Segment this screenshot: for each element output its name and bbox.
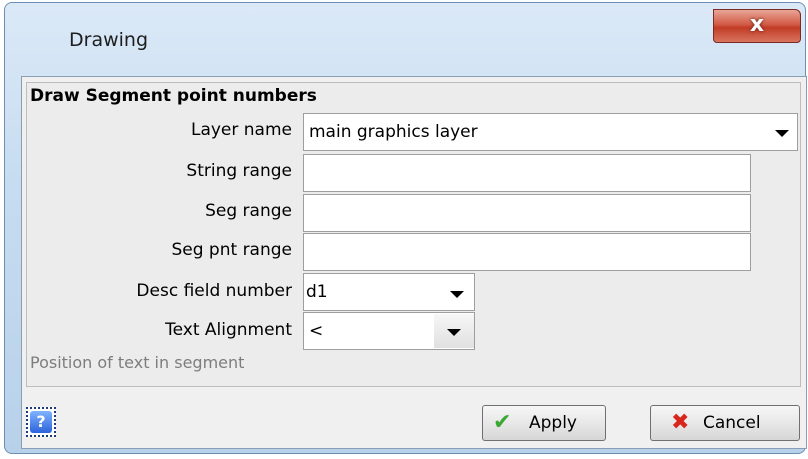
- string-range-label: String range: [186, 161, 292, 181]
- apply-button[interactable]: ✔ Apply: [482, 405, 606, 441]
- help-button[interactable]: ?: [26, 407, 56, 437]
- dropdown-button[interactable]: [434, 314, 474, 348]
- layer-name-label: Layer name: [190, 120, 292, 140]
- window-title: Drawing: [69, 29, 149, 51]
- desc-field-number-value: d1: [306, 282, 328, 302]
- checkmark-icon: ✔: [493, 410, 512, 435]
- close-icon: x: [749, 12, 765, 37]
- red-x-icon: ✖: [671, 410, 690, 435]
- string-range-input[interactable]: [303, 154, 751, 192]
- question-icon: ?: [30, 411, 52, 433]
- desc-field-number-label: Desc field number: [136, 281, 292, 301]
- settings-panel: Draw Segment point numbers Layer name ma…: [26, 82, 801, 387]
- layer-name-dropdown[interactable]: main graphics layer: [303, 113, 798, 151]
- text-alignment-label: Text Alignment: [165, 320, 292, 340]
- cancel-button[interactable]: ✖ Cancel: [650, 405, 800, 441]
- text-alignment-dropdown[interactable]: <: [303, 312, 475, 350]
- dialog-client-area: Draw Segment point numbers Layer name ma…: [21, 76, 807, 449]
- text-alignment-value: <: [309, 321, 324, 341]
- close-button[interactable]: x: [713, 9, 801, 43]
- cancel-label: Cancel: [703, 413, 761, 433]
- desc-field-number-dropdown[interactable]: d1: [303, 273, 475, 311]
- panel-title: Draw Segment point numbers: [30, 86, 317, 106]
- seg-range-label: Seg range: [205, 201, 292, 221]
- title-bar[interactable]: Drawing x: [5, 3, 805, 83]
- chevron-down-icon: [447, 329, 461, 336]
- seg-range-input[interactable]: [303, 194, 751, 232]
- dialog-window: Drawing x Draw Segment point numbers Lay…: [4, 2, 807, 454]
- seg-pnt-range-input[interactable]: [303, 233, 751, 271]
- chevron-down-icon: [775, 130, 789, 137]
- layer-name-value: main graphics layer: [309, 122, 478, 142]
- seg-pnt-range-label: Seg pnt range: [171, 240, 292, 260]
- chevron-down-icon: [450, 291, 464, 298]
- apply-label: Apply: [529, 413, 577, 433]
- position-hint-text: Position of text in segment: [30, 353, 245, 372]
